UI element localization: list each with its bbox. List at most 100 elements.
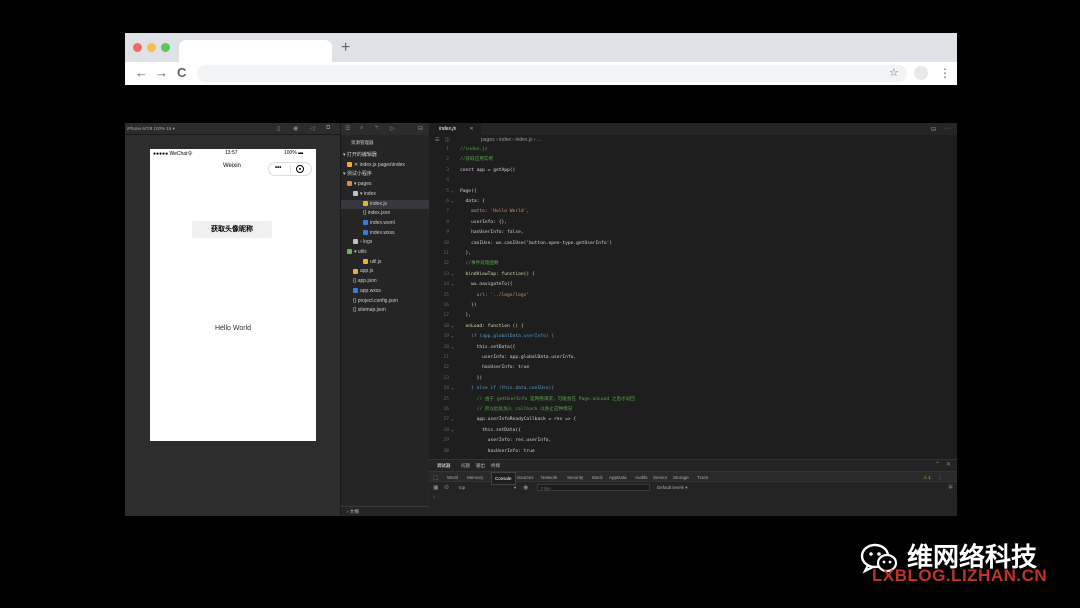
tree-item[interactable]: util.js [341, 258, 429, 267]
tree-item[interactable]: ▾ 打开的编辑器 [341, 151, 429, 160]
tree-item[interactable]: index.js [341, 199, 429, 209]
code-line: 11 }, [429, 249, 957, 259]
tree-item[interactable]: {} sitemap.json [341, 306, 429, 315]
tree-item-label: index.wxml [370, 219, 395, 226]
line-number: 25 [443, 396, 449, 402]
fold-chevron-icon[interactable]: ⌄ [451, 322, 454, 332]
minimize-window-button[interactable] [147, 43, 156, 52]
tree-item-label: ▾ index [360, 190, 376, 197]
code-text: userInfo: {}, [460, 219, 508, 225]
list-icon[interactable]: ☰ [435, 135, 439, 145]
get-avatar-nickname-button[interactable]: 获取头像昵称 [192, 221, 272, 238]
editor-tab-index-js[interactable]: index.js ✕ [429, 123, 481, 135]
tree-item-label: ▾ utils [354, 249, 367, 255]
fold-chevron-icon[interactable]: ⌄ [451, 280, 454, 290]
tree-item[interactable]: index.wxml [341, 219, 429, 228]
phone-rotate-icon[interactable]: ▯ [277, 125, 280, 132]
tree-item-label: app.wxss [360, 287, 381, 294]
file-js-icon [353, 268, 358, 274]
line-number: 29 [443, 438, 449, 444]
devtools-top-tab[interactable]: 终端 [491, 460, 500, 471]
code-area[interactable]: 1 //index.js 2 //获取应用实例 3 const app = getApp(… [429, 145, 957, 459]
fold-chevron-icon[interactable]: ⌄ [451, 332, 454, 342]
fold-chevron-icon[interactable]: ⌄ [451, 426, 454, 436]
close-window-button[interactable] [133, 43, 142, 52]
line-number: 14 [443, 282, 449, 288]
tree-item[interactable]: {} index.json [341, 209, 429, 218]
tree-item[interactable]: ▾ 测试小程序 [341, 170, 429, 179]
tree-item[interactable]: ▾ index [341, 190, 429, 199]
search-icon[interactable]: ⌕ [360, 125, 363, 132]
close-tab-icon[interactable]: ✕ [469, 126, 473, 132]
code-line: 4 [429, 176, 957, 186]
devtools-top-tab[interactable]: 问题 [461, 460, 470, 471]
code-text: hasUserInfo: true [460, 448, 535, 454]
tree-item[interactable]: index.wxss [341, 229, 429, 238]
code-text: hasUserInfo: false, [460, 230, 524, 236]
detach-icon[interactable]: ⧉ [326, 125, 330, 132]
fold-chevron-icon[interactable]: ⌄ [451, 270, 454, 280]
split-panel-icon[interactable]: ⊟ [418, 125, 423, 132]
code-line: 12 //事件处理函数 [429, 259, 957, 269]
address-bar-input[interactable] [197, 65, 907, 82]
browser-menu-icon[interactable]: ⋮ [939, 64, 951, 82]
fold-chevron-icon[interactable]: ⌄ [451, 415, 454, 425]
line-number: 3 [446, 167, 449, 173]
forward-arrow-icon[interactable]: → [155, 64, 168, 82]
fold-chevron-icon[interactable]: ⌄ [451, 197, 454, 207]
collapse-panel-icon[interactable]: ⌃ [935, 460, 940, 471]
line-number: 13 [443, 271, 449, 277]
maximize-window-button[interactable] [161, 43, 170, 52]
split-editor-icon[interactable]: ⊟ [931, 126, 936, 133]
tree-item[interactable]: › logs [341, 238, 429, 247]
context-select[interactable]: top [459, 482, 465, 493]
tree-item[interactable]: {} project.config.json [341, 297, 429, 306]
close-miniprogram-icon[interactable] [296, 165, 304, 173]
tree-item[interactable]: ▾ pages [341, 180, 429, 189]
fold-chevron-icon[interactable]: ⌄ [451, 343, 454, 353]
code-text: //index.js [460, 147, 488, 152]
device-selector[interactable]: iPhone 6/7/8 100% 16 ▾ [127, 126, 175, 132]
more-actions-icon[interactable]: ⋯ [944, 125, 950, 132]
code-line: 13 ⌄ bindViewTap: function() { [429, 270, 957, 280]
console-prompt-row[interactable]: › [429, 493, 957, 503]
back-arrow-icon[interactable]: ← [135, 64, 148, 82]
line-number: 17 [443, 313, 449, 319]
line-number: 19 [443, 334, 449, 340]
reload-icon[interactable]: C [177, 64, 186, 82]
bookmark-icon[interactable]: ◫ [445, 135, 450, 145]
files-icon[interactable]: ☰ [345, 125, 350, 132]
new-tab-button[interactable]: + [341, 39, 350, 57]
breadcrumb-path[interactable]: pages › index › index.js › ... [481, 135, 541, 145]
profile-avatar[interactable] [914, 66, 928, 80]
browser-tab-active[interactable] [179, 40, 332, 62]
line-number: 15 [443, 292, 449, 298]
fold-chevron-icon[interactable]: ⌄ [451, 187, 454, 197]
explorer-toolbar: ☰ ⌕ ⑂ ▷ ⊟ [341, 123, 429, 135]
git-icon[interactable]: ⑂ [375, 125, 379, 131]
tree-item-label: index.wxss [370, 229, 395, 236]
devtools-panel-tabs: ⬚ ⚠ 1 ⋮ Wxml Memory Console Sources Network S… [429, 471, 957, 485]
log-levels-select[interactable]: Default levels ▾ [657, 482, 688, 493]
context-dropdown-icon[interactable]: ▾ [514, 482, 516, 493]
tree-item[interactable]: ▾ utils [341, 248, 429, 257]
tree-item[interactable]: app.wxss [341, 287, 429, 296]
tree-item[interactable]: app.js [341, 267, 429, 276]
browser-tab-strip: + [125, 33, 957, 62]
tree-item[interactable]: ✕ index.js pages\index [341, 161, 429, 170]
volume-icon[interactable]: ◁ [310, 125, 315, 132]
tree-item[interactable]: {} app.json [341, 277, 429, 286]
console-filter-input[interactable]: Filter [537, 484, 650, 491]
outline-section[interactable]: › 大纲 [341, 506, 429, 516]
browser-window-chrome: + ← → C ☆ ⋮ [125, 33, 957, 85]
debug-icon[interactable]: ▷ [390, 125, 395, 132]
tree-item-label: app.js [360, 268, 374, 275]
devtools-top-tab[interactable]: 输出 [476, 460, 485, 471]
bookmark-star-icon[interactable]: ☆ [889, 65, 899, 81]
more-dots-icon[interactable]: ••• [275, 165, 281, 171]
close-panel-icon[interactable]: ✕ [946, 460, 951, 471]
editor-tab-label: index.js [439, 126, 456, 132]
fold-chevron-icon[interactable]: ⌄ [451, 384, 454, 394]
record-icon[interactable]: ◉ [293, 125, 298, 132]
code-line: 30 hasUserInfo: true [429, 447, 957, 457]
